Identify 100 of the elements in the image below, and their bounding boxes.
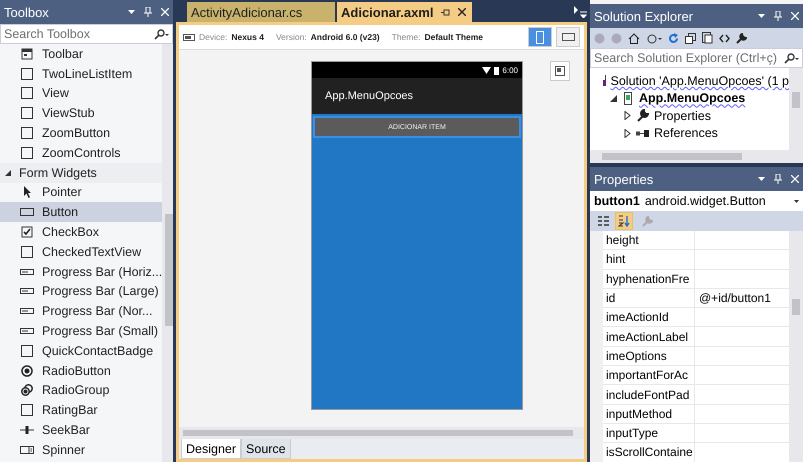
expand-arrow-icon[interactable]: [624, 128, 631, 138]
property-name: inputMethod: [606, 406, 672, 421]
property-name: hyphenationFre: [606, 272, 690, 286]
property-name: imeActionId: [606, 310, 669, 324]
toolbar-icon: [20, 48, 34, 60]
refresh-icon[interactable]: [668, 32, 679, 44]
show-files-icon[interactable]: [702, 32, 713, 44]
zoom-button[interactable]: [550, 61, 570, 81]
tab-overflow-icon[interactable]: [573, 6, 587, 18]
property-name: importantForAc: [606, 368, 688, 382]
dropdown-icon: [794, 200, 799, 202]
toolbar-label: Device:: [199, 32, 228, 42]
scrollbar[interactable]: [789, 68, 803, 150]
wrench-icon: [636, 109, 649, 122]
toolbox-item[interactable]: Progress Bar (Small): [0, 321, 162, 341]
toolbox-item[interactable]: RadioButton: [0, 360, 162, 381]
dropdown-value[interactable]: Nexus 4: [231, 32, 264, 42]
toolbox-item[interactable]: TwoLineListItem: [0, 64, 162, 84]
tree-item[interactable]: Solution 'App.MenuOpcoes' (1 p: [610, 74, 789, 88]
tree-item[interactable]: References: [654, 126, 718, 140]
scrollbar[interactable]: [179, 427, 584, 439]
document-tab[interactable]: ActivityAdicionar.cs: [187, 2, 335, 22]
toolbox-item[interactable]: Toolbar: [0, 44, 162, 64]
panel-title: Solution Explorer: [594, 8, 694, 24]
toolbox-item[interactable]: View: [0, 84, 162, 104]
square-icon: [20, 404, 34, 416]
toolbox-item[interactable]: Pointer: [0, 182, 162, 202]
alphabetical-button[interactable]: [615, 212, 633, 230]
panel-title: Toolbox: [4, 4, 50, 20]
section-header[interactable]: Form Widgets: [0, 162, 162, 183]
pin-icon[interactable]: [441, 8, 450, 16]
search-field[interactable]: Search Toolbox: [0, 24, 173, 44]
toolbox-item[interactable]: CheckBox: [0, 222, 162, 242]
toolbox-item[interactable]: ViewStub: [0, 103, 162, 124]
wrench-icon[interactable]: [736, 32, 747, 44]
toolbox-item[interactable]: QuickContactBadge: [0, 340, 162, 361]
square-icon: [20, 246, 34, 258]
tree-item[interactable]: App.MenuOpcoes: [639, 91, 746, 106]
code-icon[interactable]: [719, 34, 730, 42]
dropdown-icon[interactable]: [128, 10, 135, 14]
property-name: imeOptions: [606, 348, 667, 363]
search-icon[interactable]: [153, 28, 169, 40]
dropdown-icon[interactable]: [758, 177, 765, 181]
battery-icon: [494, 66, 500, 74]
toolbox-item[interactable]: SeekBar: [0, 420, 162, 440]
square-icon: [20, 107, 34, 120]
toolbox-item[interactable]: CheckedTextView: [0, 242, 162, 262]
toolbox-item[interactable]: Progress Bar (Nor...: [0, 301, 162, 322]
property-name: height: [606, 233, 639, 248]
dropdown-value[interactable]: Default Theme: [424, 32, 484, 42]
toolbox-item[interactable]: ZoomControls: [0, 142, 162, 163]
search-input[interactable]: Search Toolbox: [4, 27, 153, 41]
panel-title: Properties: [594, 172, 654, 186]
search-icon[interactable]: [783, 52, 799, 64]
square-icon: [20, 127, 34, 140]
toolbox-item[interactable]: Spinner: [0, 440, 162, 460]
dropdown-icon[interactable]: [758, 14, 765, 18]
square-icon: [20, 146, 34, 159]
home-icon[interactable]: [628, 32, 640, 44]
document-tab[interactable]: Adicionar.axml: [337, 2, 472, 22]
references-icon: [636, 128, 649, 138]
toolbar-label: Theme:: [392, 32, 420, 42]
view-tab[interactable]: Source: [241, 439, 291, 459]
sort-az-icon: [618, 215, 630, 227]
spinner-icon: [20, 444, 34, 456]
property-name: isScrollContaine: [606, 445, 693, 460]
toolbox-item[interactable]: Progress Bar (Horiz...: [0, 262, 162, 282]
tree-item[interactable]: Properties: [654, 108, 711, 123]
checkbox-icon: [20, 226, 34, 238]
wifi-icon: [482, 66, 492, 74]
property-value[interactable]: @+id/button1: [699, 291, 771, 306]
categorized-icon: [598, 216, 608, 226]
toolbox-item[interactable]: RadioGroup: [0, 380, 162, 400]
object-selector[interactable]: button1 android.widget.Button: [590, 191, 803, 211]
expand-arrow-icon[interactable]: [624, 111, 631, 120]
slider-icon: [20, 424, 34, 436]
toolbox-item[interactable]: Progress Bar (Large): [0, 282, 162, 302]
landscape-button[interactable]: [556, 27, 580, 47]
view-tab[interactable]: Designer: [181, 439, 242, 459]
toolbox-item[interactable]: RatingBar: [0, 400, 162, 420]
phone-landscape-icon: [562, 33, 574, 41]
scrollbar[interactable]: [162, 44, 173, 462]
collapse-arrow-icon[interactable]: [610, 94, 617, 102]
app-title: App.MenuOpcoes: [325, 90, 414, 102]
property-name: includeFontPad: [606, 388, 690, 402]
dropdown-value[interactable]: Android 6.0 (v23): [310, 32, 380, 42]
scrollbar[interactable]: [590, 150, 803, 163]
property-name: imeActionLabel: [606, 330, 688, 344]
toolbox-item[interactable]: Button: [0, 202, 162, 222]
toolbox-item[interactable]: ZoomButton: [0, 123, 162, 143]
radio-group-icon: [20, 384, 34, 396]
close-icon[interactable]: [458, 8, 466, 16]
square-icon: [20, 344, 34, 357]
toolbar-label: Version:: [276, 32, 307, 42]
portrait-button[interactable]: [528, 27, 552, 47]
collapse-all-icon[interactable]: [685, 32, 696, 44]
search-input[interactable]: Search Solution Explorer (Ctrl+ç): [594, 51, 783, 65]
collapse-arrow-icon[interactable]: [5, 170, 11, 176]
scrollbar[interactable]: [789, 231, 803, 462]
search-field[interactable]: Search Solution Explorer (Ctrl+ç): [590, 48, 803, 68]
